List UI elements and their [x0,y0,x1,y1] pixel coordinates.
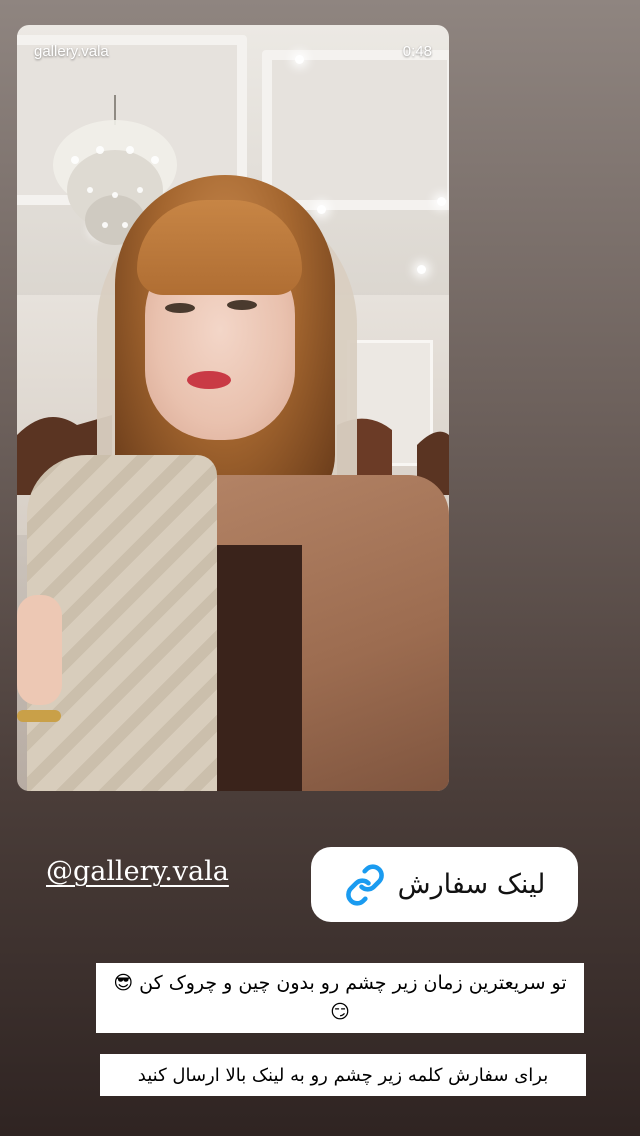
link-icon [344,863,386,906]
caption-text: تو سریعترین زمان زیر چشم رو بدون چین و چ… [96,963,584,1033]
caption-text: برای سفارش کلمه زیر چشم رو به لینک بالا … [100,1054,586,1096]
mention-sticker[interactable]: @gallery.vala [46,856,229,887]
story-video[interactable]: gallery.vala 0:48 [17,25,449,791]
link-sticker[interactable]: لینک سفارش [311,847,578,922]
ceiling-light [437,197,446,206]
link-sticker-label: لینک سفارش [397,869,546,900]
eye [227,300,257,310]
ceiling-panel [262,50,449,210]
hand [17,595,62,705]
ceiling-light [295,55,304,64]
bracelet [17,710,61,722]
eye [165,303,195,313]
ceiling-light [417,265,426,274]
ceiling-light [317,205,326,214]
story-account-name[interactable]: gallery.vala [34,43,109,60]
video-timer: 0:48 [402,43,432,60]
lips [187,371,231,389]
